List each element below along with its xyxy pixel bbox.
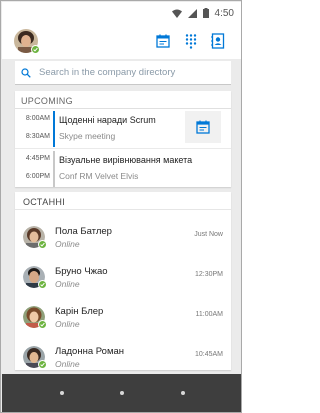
meeting-subtitle: Skype meeting [59,131,116,141]
dialpad-icon[interactable] [182,32,200,50]
contact-time: 10:45AM [194,351,223,358]
meeting-end-time: 6:00PM [25,173,50,180]
meeting-end-time: 8:30AM [25,133,50,140]
directory-search-input[interactable]: Search in the company directory [15,61,231,85]
contact-status: Online [55,279,80,289]
meeting-item[interactable]: 8:00AM 8:30AM Щоденні наради Scrum Skype… [15,109,231,147]
battery-icon [202,8,209,18]
presence-online-icon [38,320,47,329]
search-placeholder: Search in the company directory [39,67,176,78]
contact-status: Online [55,359,80,369]
contact-name: Пола Батлер [55,226,112,237]
meeting-item[interactable]: 4:45PM 6:00PM Візуальне вирівнювання мак… [15,149,231,187]
wifi-icon [171,9,182,18]
contact-name: Бруно Чжао [55,266,108,277]
nav-back-button[interactable] [60,391,64,395]
presence-online-icon [38,360,47,369]
phone-frame: 4:50 Search in the company directory UPC… [0,0,242,413]
recent-title: ОСТАННІ [15,192,231,210]
contact-time: Just Now [194,231,223,238]
contacts-icon[interactable] [209,32,227,50]
meeting-accent-bar [53,111,55,147]
presence-online-icon [38,240,47,249]
nav-recents-button[interactable] [181,391,185,395]
app-header [2,24,241,59]
join-meeting-button[interactable] [185,111,221,143]
meeting-start-time: 8:00AM [25,115,50,122]
contact-item[interactable]: Карін Блер Online 11:00AM [15,298,231,338]
contact-time: 11:00AM [195,311,224,318]
system-nav-bar [2,374,241,412]
upcoming-card: UPCOMING 8:00AM 8:30AM Щоденні наради Sc… [15,91,231,187]
contact-item[interactable]: Ладонна Роман Online 10:45AM [15,338,231,378]
upcoming-title: UPCOMING [15,91,231,109]
presence-online-icon [38,280,47,289]
meeting-start-time: 4:45PM [25,155,50,162]
contact-name: Карін Блер [55,306,104,317]
nav-home-button[interactable] [120,391,124,395]
status-time: 4:50 [214,7,234,19]
contact-name: Ладонна Роман [55,346,125,357]
contact-item[interactable]: Пола Батлер Online Just Now [15,218,231,258]
contact-item[interactable]: Бруно Чжао Online 12:30PM [15,258,231,298]
search-icon [21,67,31,78]
signal-icon [187,8,197,18]
recent-card: ОСТАННІ Пола Батлер Online Just Now Брун… [15,192,231,370]
calendar-join-icon [196,120,210,134]
presence-online-icon [31,45,40,54]
status-bar: 4:50 [2,2,241,24]
calendar-icon[interactable] [154,32,172,50]
contact-status: Online [55,319,80,329]
meeting-subtitle: Conf RM Velvet Elvis [59,171,139,181]
meeting-title: Візуальне вирівнювання макета [59,155,193,165]
contact-time: 12:30PM [194,271,223,278]
meeting-title: Щоденні наради Scrum [59,115,156,125]
my-avatar[interactable] [14,29,40,54]
contact-status: Online [55,239,80,249]
meeting-accent-bar [53,151,55,187]
